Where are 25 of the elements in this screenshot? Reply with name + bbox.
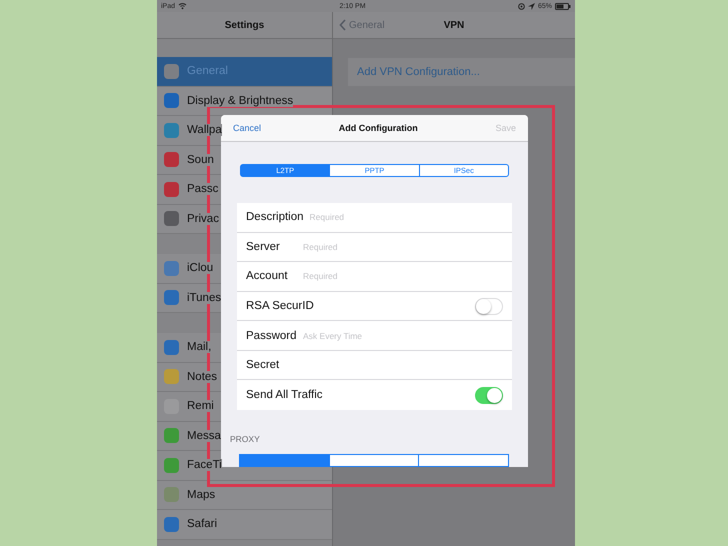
item-label: Wallpa xyxy=(187,124,222,136)
field-label: Send All Traffic xyxy=(246,389,322,402)
field-label: Server xyxy=(246,240,281,253)
item-label: Mail, xyxy=(187,341,212,354)
item-label: Privac xyxy=(187,212,219,225)
item-label: Display & Brightness xyxy=(187,94,294,107)
item-label: iClou xyxy=(187,262,214,274)
section-header: PROXY xyxy=(230,434,261,444)
item-label: Remi xyxy=(187,400,214,412)
field-label: RSA SecurID xyxy=(246,300,314,312)
sidebar-title: Settings xyxy=(157,12,332,39)
field-label: Secret xyxy=(246,359,280,372)
field-label: Description xyxy=(246,211,304,224)
item-label: Safari xyxy=(187,518,218,530)
field-label: Password xyxy=(246,330,297,342)
item-label: Messa xyxy=(187,430,221,442)
item-label: Maps xyxy=(187,488,216,501)
field-label: Account xyxy=(246,270,289,282)
item-label: iTunes xyxy=(187,292,222,304)
item-label: Notes xyxy=(187,370,218,383)
item-label: Soun xyxy=(187,154,214,166)
dialog-title: Add Configuration xyxy=(338,123,418,133)
item-label: FaceTi xyxy=(187,459,222,472)
item-label: Passc xyxy=(187,183,218,196)
page-title: VPN xyxy=(444,20,464,30)
